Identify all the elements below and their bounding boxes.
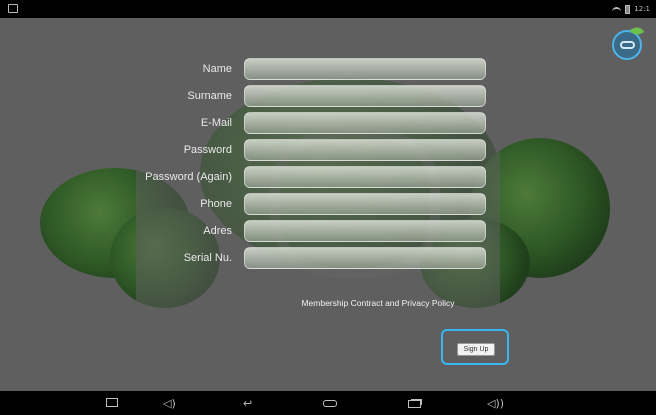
status-bar: 12:1 xyxy=(0,0,656,18)
address-field[interactable] xyxy=(244,220,486,242)
form-row-serial: Serial Nu. xyxy=(136,246,500,270)
phone-field[interactable] xyxy=(244,193,486,215)
password-again-field[interactable] xyxy=(244,166,486,188)
battery-icon xyxy=(625,4,631,14)
address-label: Adres xyxy=(203,225,232,237)
recent-apps-icon[interactable] xyxy=(408,400,421,408)
surname-label: Surname xyxy=(187,90,232,102)
app-screen: Name Surname E-Mail Password Password (A… xyxy=(0,18,656,391)
name-field[interactable] xyxy=(244,58,486,80)
car-icon xyxy=(620,41,635,49)
screenshot-icon[interactable] xyxy=(106,398,118,407)
signup-button[interactable]: Sign Up xyxy=(457,343,495,356)
password-again-label: Password (Again) xyxy=(145,171,232,183)
signup-focus-highlight: Sign Up xyxy=(441,329,509,365)
name-label: Name xyxy=(202,63,232,75)
navigation-bar: ◁) ↩ ◁)) xyxy=(0,391,656,415)
volume-up-icon[interactable]: ◁)) xyxy=(487,398,504,409)
form-row-password: Password xyxy=(136,138,500,162)
notification-icon xyxy=(8,4,18,13)
password-label: Password xyxy=(183,144,232,156)
volume-down-icon[interactable]: ◁) xyxy=(163,398,176,409)
membership-terms-link[interactable]: Membership Contract and Privacy Policy xyxy=(256,298,500,308)
password-field[interactable] xyxy=(244,139,486,161)
status-clock: 12:1 xyxy=(634,5,650,13)
home-icon[interactable] xyxy=(323,400,337,407)
form-row-email: E-Mail xyxy=(136,111,500,135)
app-logo-icon xyxy=(612,24,645,60)
surname-field[interactable] xyxy=(244,85,486,107)
leaf-icon xyxy=(629,24,645,38)
back-icon[interactable]: ↩ xyxy=(243,398,252,409)
wifi-icon xyxy=(612,6,622,12)
status-icons: 12:1 xyxy=(612,3,650,15)
form-row-name: Name xyxy=(136,57,500,81)
phone-label: Phone xyxy=(200,198,232,210)
email-field[interactable] xyxy=(244,112,486,134)
form-row-phone: Phone xyxy=(136,192,500,216)
email-label: E-Mail xyxy=(200,117,232,129)
serial-number-label: Serial Nu. xyxy=(183,252,232,264)
serial-number-field[interactable] xyxy=(244,247,486,269)
signup-form: Name Surname E-Mail Password Password (A… xyxy=(136,52,509,365)
form-row-password-again: Password (Again) xyxy=(136,165,500,189)
form-row-address: Adres xyxy=(136,219,500,243)
form-row-surname: Surname xyxy=(136,84,500,108)
